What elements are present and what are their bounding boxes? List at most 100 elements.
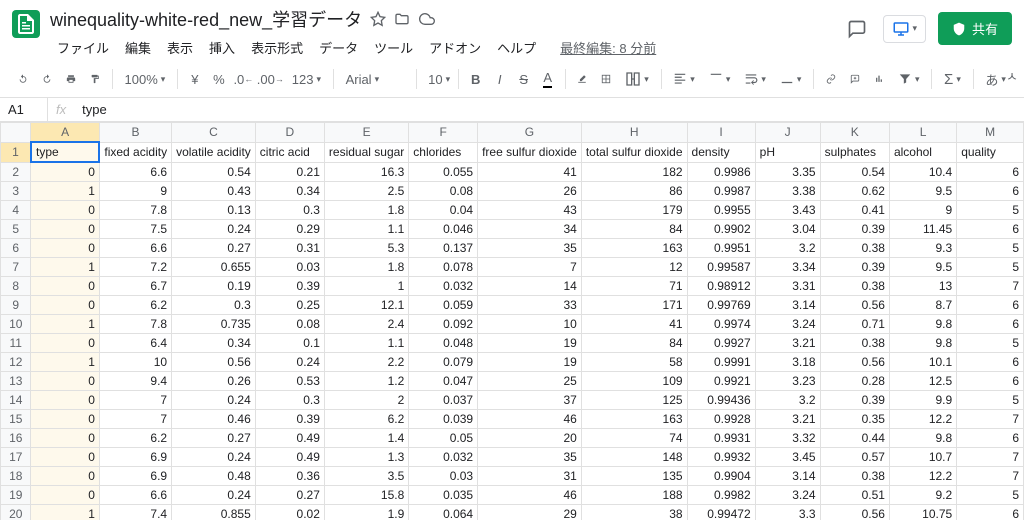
data-cell[interactable]: 3.32 xyxy=(755,429,820,448)
row-head-7[interactable]: 7 xyxy=(1,258,31,277)
row-head-14[interactable]: 14 xyxy=(1,391,31,410)
currency-button[interactable]: ¥ xyxy=(184,67,206,92)
data-cell[interactable]: 33 xyxy=(478,296,582,315)
header-cell[interactable]: residual sugar xyxy=(324,142,408,162)
data-cell[interactable]: 16.3 xyxy=(324,162,408,182)
cloud-icon[interactable] xyxy=(418,11,436,27)
data-cell[interactable]: 3.5 xyxy=(324,467,408,486)
data-cell[interactable]: 0.49 xyxy=(255,448,324,467)
data-cell[interactable]: 5 xyxy=(957,391,1024,410)
data-cell[interactable]: 0.99587 xyxy=(687,258,755,277)
chart-icon[interactable] xyxy=(868,66,890,92)
data-cell[interactable]: 0.078 xyxy=(409,258,478,277)
data-cell[interactable]: 35 xyxy=(478,239,582,258)
col-head-E[interactable]: E xyxy=(324,123,408,143)
data-cell[interactable]: 0.9982 xyxy=(687,486,755,505)
menu-addons[interactable]: アドオン xyxy=(422,34,488,61)
data-cell[interactable]: 0.9928 xyxy=(687,410,755,429)
data-cell[interactable]: 0.3 xyxy=(172,296,256,315)
data-cell[interactable]: 9 xyxy=(889,201,956,220)
data-cell[interactable]: 58 xyxy=(581,353,687,372)
last-edit[interactable]: 最終編集: 8 分前 xyxy=(553,34,663,61)
fill-color-button[interactable] xyxy=(571,66,593,92)
data-cell[interactable]: 1.9 xyxy=(324,505,408,520)
col-head-H[interactable]: H xyxy=(581,123,687,143)
data-cell[interactable]: 0.54 xyxy=(820,162,889,182)
col-head-A[interactable]: A xyxy=(31,123,99,143)
row-head-10[interactable]: 10 xyxy=(1,315,31,334)
data-cell[interactable]: 0.047 xyxy=(409,372,478,391)
data-cell[interactable]: 7 xyxy=(99,391,171,410)
data-cell[interactable]: 0.24 xyxy=(255,353,324,372)
data-cell[interactable]: 0.98912 xyxy=(687,277,755,296)
header-cell[interactable]: fixed acidity xyxy=(99,142,171,162)
row-head-11[interactable]: 11 xyxy=(1,334,31,353)
bold-button[interactable]: B xyxy=(465,67,487,92)
data-cell[interactable]: 0 xyxy=(31,334,99,353)
data-cell[interactable]: 0.99472 xyxy=(687,505,755,520)
data-cell[interactable]: 0.9921 xyxy=(687,372,755,391)
data-cell[interactable]: 0 xyxy=(31,162,99,182)
data-cell[interactable]: 20 xyxy=(478,429,582,448)
data-cell[interactable]: 0.19 xyxy=(172,277,256,296)
undo-icon[interactable] xyxy=(12,66,34,92)
data-cell[interactable]: 0 xyxy=(31,467,99,486)
data-cell[interactable]: 0.9974 xyxy=(687,315,755,334)
data-cell[interactable]: 6 xyxy=(957,505,1024,520)
data-cell[interactable]: 41 xyxy=(581,315,687,334)
data-cell[interactable]: 6.2 xyxy=(99,296,171,315)
data-cell[interactable]: 182 xyxy=(581,162,687,182)
data-cell[interactable]: 0.44 xyxy=(820,429,889,448)
col-head-M[interactable]: M xyxy=(957,123,1024,143)
data-cell[interactable]: 3.31 xyxy=(755,277,820,296)
menu-help[interactable]: ヘルプ xyxy=(490,34,543,61)
col-head-D[interactable]: D xyxy=(255,123,324,143)
data-cell[interactable]: 0 xyxy=(31,391,99,410)
data-cell[interactable]: 19 xyxy=(478,334,582,353)
data-cell[interactable]: 0.046 xyxy=(409,220,478,239)
data-cell[interactable]: 10.75 xyxy=(889,505,956,520)
data-cell[interactable]: 2.4 xyxy=(324,315,408,334)
doc-title[interactable]: winequality-white-red_new_学習データ xyxy=(50,6,362,32)
data-cell[interactable]: 6 xyxy=(957,353,1024,372)
data-cell[interactable]: 0 xyxy=(31,429,99,448)
data-cell[interactable]: 0.13 xyxy=(172,201,256,220)
data-cell[interactable]: 1.4 xyxy=(324,429,408,448)
col-head-L[interactable]: L xyxy=(889,123,956,143)
data-cell[interactable]: 0.56 xyxy=(820,353,889,372)
data-cell[interactable]: 7 xyxy=(478,258,582,277)
present-button[interactable]: ▾ xyxy=(883,15,926,43)
functions-button[interactable]: Σ▾ xyxy=(938,67,967,92)
data-cell[interactable]: 0.08 xyxy=(255,315,324,334)
data-cell[interactable]: 10.4 xyxy=(889,162,956,182)
data-cell[interactable]: 0.39 xyxy=(820,391,889,410)
data-cell[interactable]: 135 xyxy=(581,467,687,486)
row-head-12[interactable]: 12 xyxy=(1,353,31,372)
data-cell[interactable]: 0.9932 xyxy=(687,448,755,467)
data-cell[interactable]: 0 xyxy=(31,486,99,505)
data-cell[interactable]: 6.6 xyxy=(99,162,171,182)
data-cell[interactable]: 12.5 xyxy=(889,372,956,391)
row-head-5[interactable]: 5 xyxy=(1,220,31,239)
data-cell[interactable]: 0.04 xyxy=(409,201,478,220)
data-cell[interactable]: 1 xyxy=(31,505,99,520)
row-head-20[interactable]: 20 xyxy=(1,505,31,520)
font-select[interactable]: Arial▾ xyxy=(340,68,410,91)
data-cell[interactable]: 0.71 xyxy=(820,315,889,334)
data-cell[interactable]: 3.24 xyxy=(755,315,820,334)
data-cell[interactable]: 0.3 xyxy=(255,201,324,220)
data-cell[interactable]: 0.735 xyxy=(172,315,256,334)
data-cell[interactable]: 6 xyxy=(957,315,1024,334)
data-cell[interactable]: 9.8 xyxy=(889,315,956,334)
number-format-select[interactable]: 123▾ xyxy=(286,68,327,91)
data-cell[interactable]: 0.21 xyxy=(255,162,324,182)
share-button[interactable]: 共有 xyxy=(938,12,1012,45)
data-cell[interactable]: 0.9902 xyxy=(687,220,755,239)
data-cell[interactable]: 5 xyxy=(957,334,1024,353)
data-cell[interactable]: 7.4 xyxy=(99,505,171,520)
data-cell[interactable]: 0.56 xyxy=(820,296,889,315)
data-cell[interactable]: 12.1 xyxy=(324,296,408,315)
data-cell[interactable]: 3.18 xyxy=(755,353,820,372)
data-cell[interactable]: 6 xyxy=(957,162,1024,182)
data-cell[interactable]: 0.53 xyxy=(255,372,324,391)
